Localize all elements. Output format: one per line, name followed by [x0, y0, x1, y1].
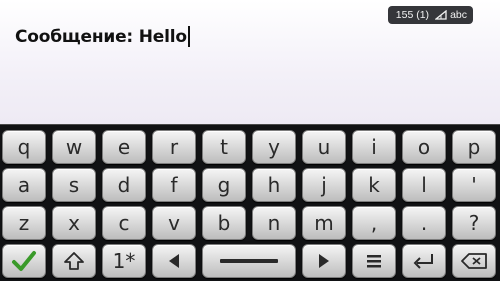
enter-key[interactable] — [402, 244, 446, 278]
space-key[interactable] — [202, 244, 296, 278]
key-x[interactable]: x — [52, 206, 96, 240]
message-content: Сообщение: Hello — [15, 26, 187, 47]
key-c[interactable]: c — [102, 206, 146, 240]
menu-key[interactable] — [352, 244, 396, 278]
key-b[interactable]: b — [202, 206, 246, 240]
key-k[interactable]: k — [352, 168, 396, 202]
key-w[interactable]: w — [52, 130, 96, 164]
key-comma[interactable]: , — [352, 206, 396, 240]
key-n[interactable]: n — [252, 206, 296, 240]
key-z[interactable]: z — [2, 206, 46, 240]
text-cursor — [187, 26, 190, 47]
key-u[interactable]: u — [302, 130, 346, 164]
checkmark-icon — [12, 251, 36, 271]
shift-key[interactable] — [52, 244, 96, 278]
cursor-left-key[interactable] — [152, 244, 196, 278]
backspace-key[interactable] — [452, 244, 496, 278]
key-a[interactable]: a — [2, 168, 46, 202]
key-p[interactable]: p — [452, 130, 496, 164]
input-mode-label: abc — [450, 9, 467, 21]
spacebar-icon — [220, 259, 278, 263]
accept-button[interactable] — [2, 244, 46, 278]
key-t[interactable]: t — [202, 130, 246, 164]
key-f[interactable]: f — [152, 168, 196, 202]
key-period[interactable]: . — [402, 206, 446, 240]
text-editor[interactable]: 155 (1) abc Сообщение: Hello — [0, 0, 500, 125]
signal-icon — [435, 10, 447, 20]
status-indicator: 155 (1) abc — [387, 6, 473, 24]
numbers-key[interactable]: 1* — [102, 244, 146, 278]
key-l[interactable]: l — [402, 168, 446, 202]
key-apostrophe[interactable]: ' — [452, 168, 496, 202]
virtual-keyboard: q w e r t y u i o p a s d f g h j k l ' … — [0, 126, 500, 281]
key-question[interactable]: ? — [452, 206, 496, 240]
shift-arrow-icon — [64, 252, 84, 270]
key-j[interactable]: j — [302, 168, 346, 202]
key-o[interactable]: o — [402, 130, 446, 164]
key-v[interactable]: v — [152, 206, 196, 240]
message-text: Сообщение: Hello — [15, 26, 190, 47]
key-q[interactable]: q — [2, 130, 46, 164]
cursor-right-key[interactable] — [302, 244, 346, 278]
key-d[interactable]: d — [102, 168, 146, 202]
key-e[interactable]: e — [102, 130, 146, 164]
key-g[interactable]: g — [202, 168, 246, 202]
backspace-icon — [461, 253, 487, 269]
left-arrow-icon — [169, 254, 179, 268]
key-i[interactable]: i — [352, 130, 396, 164]
enter-icon — [413, 254, 433, 269]
key-h[interactable]: h — [252, 168, 296, 202]
key-m[interactable]: m — [302, 206, 346, 240]
key-y[interactable]: y — [252, 130, 296, 164]
character-counter: 155 (1) — [395, 9, 430, 21]
menu-lines-icon — [367, 255, 381, 268]
key-r[interactable]: r — [152, 130, 196, 164]
right-arrow-icon — [319, 254, 329, 268]
key-s[interactable]: s — [52, 168, 96, 202]
